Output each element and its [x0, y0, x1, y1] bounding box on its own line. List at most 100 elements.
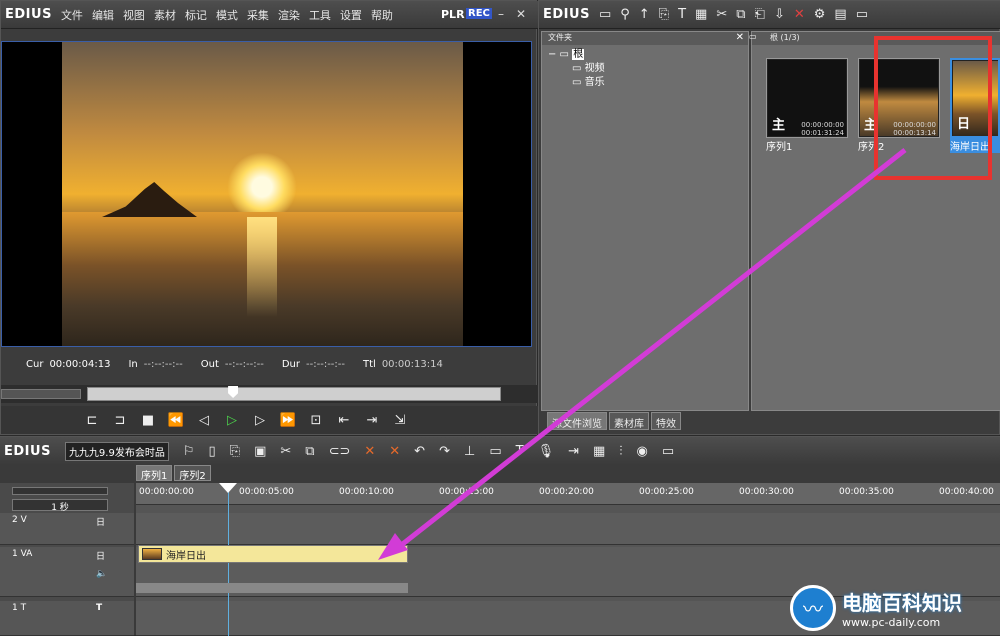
paste-icon[interactable]: ⎗: [755, 7, 765, 22]
timeline-clip-name: 海岸日出: [166, 550, 206, 562]
track-header-2v[interactable]: 2 V 日: [0, 513, 134, 545]
render-icon[interactable]: ▭: [489, 444, 501, 459]
new-icon[interactable]: ▯: [209, 444, 216, 459]
cut-icon[interactable]: ✂: [716, 7, 727, 22]
plr-toggle[interactable]: PLR: [441, 8, 465, 21]
import-icon[interactable]: ⎘: [659, 7, 669, 22]
tree-root[interactable]: − ▭ 根: [548, 48, 605, 62]
fast-forward-icon[interactable]: ⏩: [277, 410, 299, 430]
menu-tools[interactable]: 工具: [309, 7, 331, 23]
properties-icon[interactable]: ⚙: [814, 7, 826, 22]
project-name[interactable]: 九九九9.9发布会时品: [64, 441, 169, 461]
set-out-icon[interactable]: ⊐: [109, 410, 131, 430]
track-header-1t[interactable]: 1 T T: [0, 601, 134, 636]
title-track-icon: T: [96, 603, 103, 613]
timeline-audio-clip[interactable]: [136, 583, 408, 593]
bin-tabs: 源文件浏览 素材库 特效: [547, 412, 681, 430]
ttl-label: Ttl: [363, 359, 376, 370]
menu-settings[interactable]: 设置: [340, 7, 362, 23]
up-icon[interactable]: ↑: [639, 7, 650, 22]
menu-view[interactable]: 视图: [123, 7, 145, 23]
title-icon[interactable]: T: [516, 444, 524, 459]
scrub-area: [1, 385, 538, 403]
timeline-clip[interactable]: 海岸日出: [138, 545, 408, 563]
link-icon[interactable]: ⊂⊃: [329, 444, 351, 459]
menu-file[interactable]: 文件: [61, 7, 83, 23]
stop-icon[interactable]: ■: [137, 410, 159, 430]
copy-icon[interactable]: ⧉: [736, 7, 745, 22]
shuttle-slider[interactable]: [1, 389, 81, 399]
ttl-value: 00:00:13:14: [381, 359, 443, 370]
timeline-scroll[interactable]: [12, 487, 108, 495]
ripple-delete-icon[interactable]: ✕: [389, 444, 400, 459]
timecode-row: Cur 00:00:04:13 In --:--:--:-- Out --:--…: [1, 359, 538, 377]
folder-pane-close-icon[interactable]: ✕: [736, 32, 744, 43]
menu-help[interactable]: 帮助: [371, 7, 393, 23]
redo-icon[interactable]: ↷: [439, 444, 450, 459]
tab-source-browser[interactable]: 源文件浏览: [547, 412, 607, 430]
menu-edit[interactable]: 编辑: [92, 7, 114, 23]
bin-brand: EDIUS: [543, 7, 590, 22]
microphone-icon[interactable]: 🎙: [538, 444, 555, 459]
tab-bin[interactable]: 素材库: [609, 412, 649, 430]
minimize-button[interactable]: –: [498, 7, 504, 21]
open-icon[interactable]: ⎘: [230, 444, 240, 459]
mixer-icon[interactable]: ⫶: [619, 444, 622, 459]
menu-render[interactable]: 渲染: [278, 7, 300, 23]
tab-effects[interactable]: 特效: [651, 412, 681, 430]
menu-marker[interactable]: 标记: [185, 7, 207, 23]
in-value: --:--:--:--: [143, 359, 183, 370]
position-knob[interactable]: [228, 386, 239, 398]
copy-icon[interactable]: ⧉: [305, 444, 314, 459]
delete-icon[interactable]: ✕: [364, 444, 375, 459]
track-header-1va[interactable]: 1 VA 日 🔈: [0, 547, 134, 597]
export-icon[interactable]: ⇲: [389, 410, 411, 430]
track-lane-2v[interactable]: [136, 513, 1000, 545]
tree-item-music[interactable]: ▭ 音乐: [548, 76, 605, 90]
video-track-icon: 日: [96, 552, 106, 562]
search-icon[interactable]: ⚲: [620, 7, 630, 22]
table-icon[interactable]: ▦: [593, 444, 605, 459]
view-mode-icon[interactable]: ▤: [834, 7, 846, 22]
time-ruler[interactable]: 00:00:00:00 00:00:05:00 00:00:10:00 00:0…: [136, 483, 1000, 505]
step-forward-icon[interactable]: ▷: [249, 410, 271, 430]
overwrite-icon[interactable]: ⇥: [361, 410, 383, 430]
clip-pane-folder-icon: ▭: [749, 32, 757, 41]
delete-icon[interactable]: ✕: [794, 7, 805, 22]
title-icon[interactable]: T: [678, 7, 686, 22]
video-track-icon: 日: [96, 518, 106, 528]
tab-sequence-2[interactable]: 序列2: [174, 465, 211, 482]
zoom-select[interactable]: 1 秒: [12, 499, 108, 513]
position-slider[interactable]: [87, 386, 501, 401]
play-icon[interactable]: ▷: [221, 410, 243, 430]
step-back-icon[interactable]: ◁: [193, 410, 215, 430]
insert-icon[interactable]: ⇤: [333, 410, 355, 430]
color-bar-icon[interactable]: ▦: [695, 7, 707, 22]
rewind-icon[interactable]: ⏪: [165, 410, 187, 430]
loop-icon[interactable]: ⊡: [305, 410, 327, 430]
undo-icon[interactable]: ↶: [414, 444, 425, 459]
menu-clip[interactable]: 素材: [154, 7, 176, 23]
tab-sequence-1[interactable]: 序列1: [136, 465, 173, 482]
speaker-icon: 🔈: [96, 569, 108, 579]
rec-toggle[interactable]: REC: [466, 8, 492, 19]
add-cut-icon[interactable]: ⊥: [464, 444, 475, 459]
add-to-timeline-icon[interactable]: ⇩: [774, 7, 785, 22]
sequence-icon[interactable]: ⚐: [183, 444, 195, 459]
set-in-icon[interactable]: ⊏: [81, 410, 103, 430]
player-window: EDIUS 文件 编辑 视图 素材 标记 模式 采集 渲染 工具 设置 帮助 P…: [0, 0, 538, 435]
menu-mode[interactable]: 模式: [216, 7, 238, 23]
dur-value: --:--:--:--: [306, 359, 345, 370]
export-icon[interactable]: ⇥: [568, 444, 579, 459]
window-icon[interactable]: ▭: [662, 444, 674, 459]
loudness-icon[interactable]: ◉: [637, 444, 648, 459]
bin-menu-icon[interactable]: ▭: [856, 7, 868, 22]
save-icon[interactable]: ▣: [254, 444, 266, 459]
tree-item-video[interactable]: ▭ 视频: [548, 62, 605, 76]
dur-label: Dur: [281, 359, 301, 370]
close-button[interactable]: ✕: [516, 7, 526, 21]
cut-icon[interactable]: ✂: [280, 444, 291, 459]
clip-item[interactable]: 00:00:00:00 00:01:31:24 主 序列1: [766, 58, 848, 153]
folder-icon[interactable]: ▭: [599, 7, 611, 22]
menu-capture[interactable]: 采集: [247, 7, 269, 23]
